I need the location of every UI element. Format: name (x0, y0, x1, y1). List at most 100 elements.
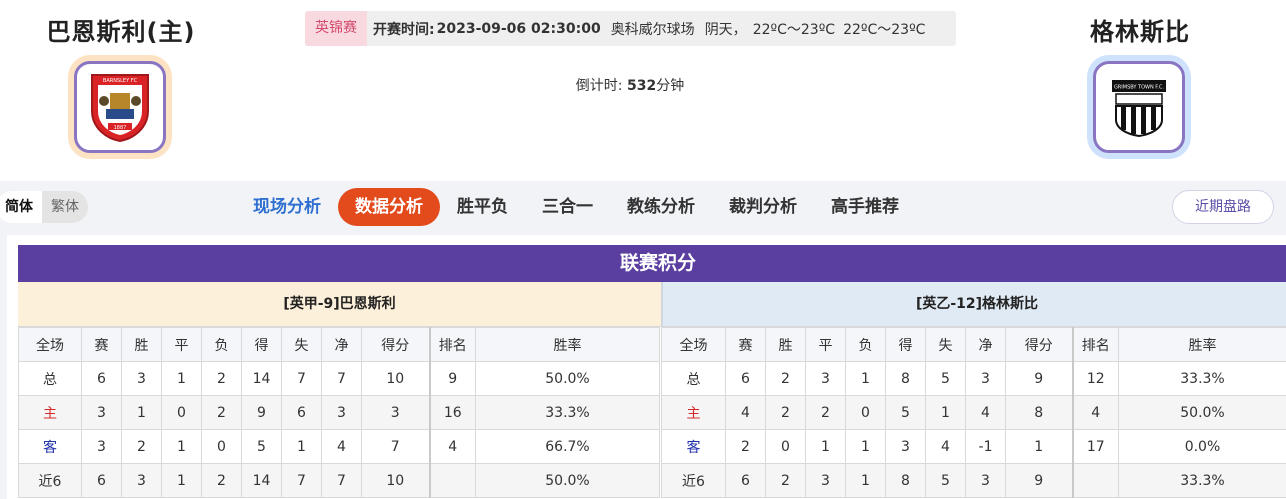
column-header: 胜 (121, 327, 162, 362)
away-team-logo: GRIMSBY TOWN F.C. (1093, 61, 1185, 153)
cell: 3 (121, 361, 162, 396)
standings-title: 联赛积分 (18, 245, 1286, 282)
cell: 3 (361, 395, 430, 430)
tab-referee-analysis[interactable]: 裁判分析 (712, 188, 814, 226)
tab-live-analysis[interactable]: 现场分析 (236, 188, 338, 226)
cell: 6 (281, 395, 322, 430)
cell: 5 (925, 361, 966, 396)
cell: 7 (321, 463, 362, 498)
cell: 0.0% (1118, 429, 1286, 464)
table-row: 客 3 2 1 0 5 1 4 7 4 66.7% (18, 429, 660, 464)
cell (1071, 463, 1119, 498)
cell: 2 (201, 361, 242, 396)
column-header: 得分 (1005, 327, 1073, 362)
row-label: 客 (661, 429, 726, 464)
cell: 0 (161, 395, 202, 430)
home-team-logo-frame[interactable]: BARNSLEY FC 1887 (68, 55, 172, 159)
cell: -1 (965, 429, 1006, 464)
cell: 4 (428, 429, 476, 464)
cell: 2 (725, 429, 766, 464)
table-row: 主 3 1 0 2 9 6 3 3 16 33.3% (18, 395, 660, 430)
cell: 9 (1005, 463, 1073, 498)
cell: 10 (361, 361, 430, 396)
lang-simplified[interactable]: 简体 (0, 191, 42, 223)
away-standings-table: 全场 赛 胜 平 负 得 失 净 得分 排名 胜率 总 6 2 3 1 8 5 … (661, 327, 1286, 498)
cell: 2 (765, 463, 806, 498)
cell: 2 (805, 395, 846, 430)
cell: 5 (925, 463, 966, 498)
cell (428, 463, 476, 498)
cell: 4 (965, 395, 1006, 430)
cell: 5 (885, 395, 926, 430)
countdown-label: 倒计时: (575, 78, 623, 94)
cell: 2 (201, 463, 242, 498)
away-standings: [英乙-12]格林斯比 全场 赛 胜 平 负 得 失 净 得分 排名 胜率 总 … (661, 282, 1286, 498)
cell: 66.7% (475, 429, 660, 464)
cell: 1 (1005, 429, 1073, 464)
row-label: 客 (18, 429, 82, 464)
cell: 2 (765, 395, 806, 430)
tab-expert-picks[interactable]: 高手推荐 (814, 188, 916, 226)
cell: 9 (428, 361, 476, 396)
cell: 8 (885, 361, 926, 396)
away-standings-header: [英乙-12]格林斯比 (661, 282, 1286, 327)
cell: 2 (765, 361, 806, 396)
cell: 33.3% (1118, 361, 1286, 396)
cell: 33.3% (475, 395, 660, 430)
tab-data-analysis[interactable]: 数据分析 (338, 188, 440, 226)
cell: 14 (241, 361, 282, 396)
countdown-value: 532 (626, 78, 657, 94)
column-header: 全场 (661, 327, 726, 362)
tab-coach-analysis[interactable]: 教练分析 (610, 188, 712, 226)
cell: 6 (725, 463, 766, 498)
column-header: 排名 (428, 327, 476, 362)
away-team-name: 格林斯比 (1090, 18, 1190, 46)
column-header: 平 (161, 327, 202, 362)
countdown-unit: 分钟 (656, 78, 685, 94)
home-team-name: 巴恩斯利(主) (46, 18, 196, 46)
league-tag[interactable]: 英锦赛 (305, 11, 367, 46)
cell: 3 (121, 463, 162, 498)
column-header: 赛 (81, 327, 122, 362)
cell: 3 (885, 429, 926, 464)
cell: 3 (965, 361, 1006, 396)
tab-three-in-one[interactable]: 三合一 (525, 188, 610, 226)
cell: 50.0% (1118, 395, 1286, 430)
column-header: 净 (965, 327, 1006, 362)
venue: 奥科威尔球场 (610, 21, 695, 38)
cell: 3 (965, 463, 1006, 498)
row-label: 总 (661, 361, 726, 396)
home-logo-year: 1887 (114, 125, 127, 131)
cell: 7 (361, 429, 430, 464)
table-row: 客 2 0 1 1 3 4 -1 1 17 0.0% (661, 429, 1286, 464)
cell: 4 (1071, 395, 1119, 430)
start-time: 2023-09-06 02:30:00 (436, 20, 601, 37)
row-label: 主 (18, 395, 82, 430)
recent-odds-button[interactable]: 近期盘路 (1172, 190, 1274, 224)
cell: 50.0% (475, 463, 660, 498)
cell: 2 (201, 395, 242, 430)
cell: 9 (1005, 361, 1073, 396)
cell: 2 (121, 429, 162, 464)
cell: 4 (925, 429, 966, 464)
away-team-logo-frame[interactable]: GRIMSBY TOWN F.C. (1087, 55, 1191, 159)
match-info-bar: 英锦赛 开赛时间: 2023-09-06 02:30:00 奥科威尔球场 阴天，… (305, 11, 956, 46)
column-header: 失 (281, 327, 322, 362)
row-label: 近6 (18, 463, 82, 498)
row-label: 主 (661, 395, 726, 430)
cell: 6 (81, 463, 122, 498)
cell: 7 (281, 361, 322, 396)
cell: 1 (845, 463, 886, 498)
cell: 33.3% (1118, 463, 1286, 498)
column-header: 净 (321, 327, 362, 362)
tab-win-draw-lose[interactable]: 胜平负 (440, 188, 525, 226)
barnsley-crest-icon: BARNSLEY FC 1887 (91, 74, 149, 143)
row-label: 近6 (661, 463, 726, 498)
lang-traditional[interactable]: 繁体 (42, 191, 88, 223)
cell: 16 (428, 395, 476, 430)
cell: 12 (1071, 361, 1119, 396)
cell: 17 (1071, 429, 1119, 464)
home-standings-table: 全场 赛 胜 平 负 得 失 净 得分 排名 胜率 总 6 3 1 2 14 7… (18, 327, 660, 498)
column-header: 失 (925, 327, 966, 362)
column-header: 负 (845, 327, 886, 362)
